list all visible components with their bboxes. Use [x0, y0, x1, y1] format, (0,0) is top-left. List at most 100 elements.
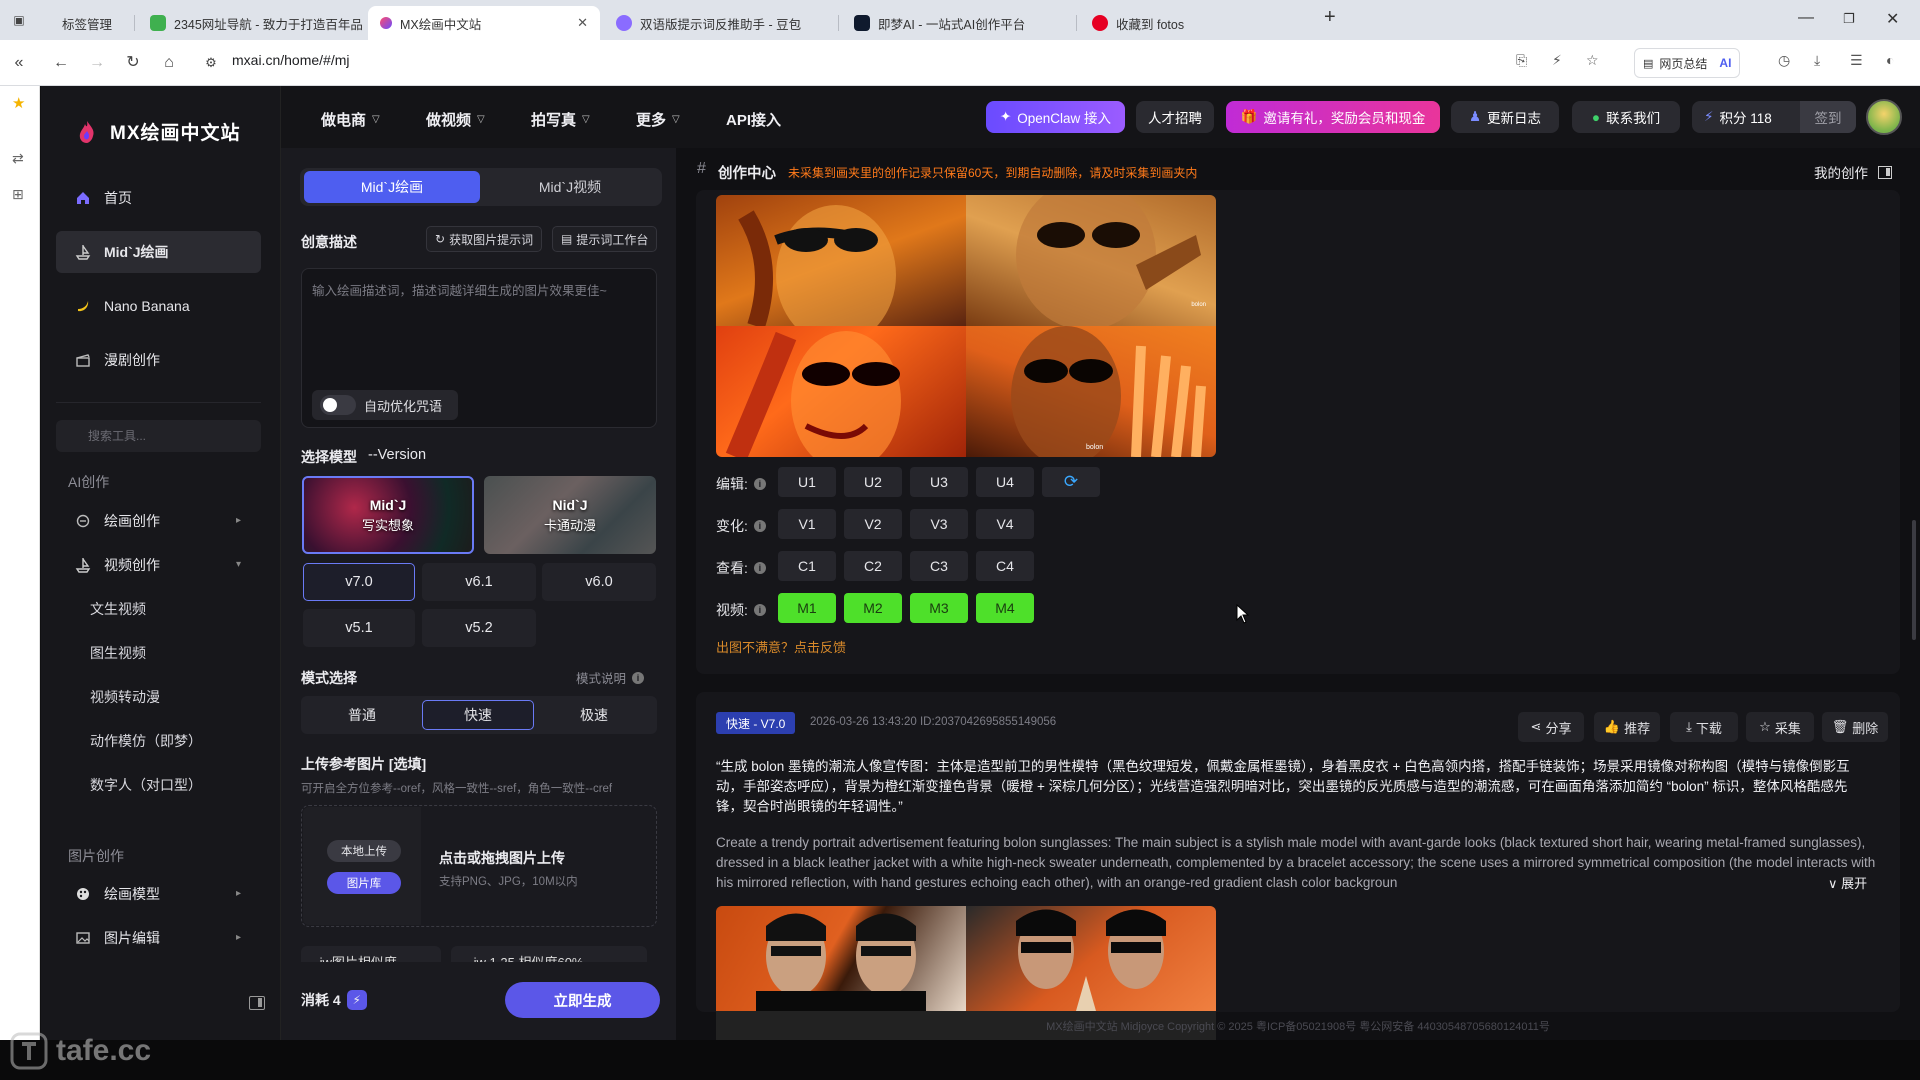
forward-icon[interactable]: →: [86, 52, 108, 74]
video-m1-button[interactable]: M1: [778, 593, 836, 623]
sidebar-item-video[interactable]: 视频创作: [56, 544, 261, 586]
local-upload-button[interactable]: 本地上传: [327, 840, 401, 862]
sidebar-sub-motion-mimic[interactable]: 动作模仿（即梦）: [90, 731, 202, 751]
version-v52[interactable]: v5.2: [422, 609, 536, 647]
site-info-icon[interactable]: ⚙: [200, 52, 222, 74]
download-icon[interactable]: ⤓: [1814, 52, 1820, 69]
nav-menu-video[interactable]: 做视频 ▽: [426, 109, 485, 130]
mode-help[interactable]: 模式说明 i: [576, 668, 645, 687]
back-icon[interactable]: ←: [50, 52, 72, 74]
my-works-button[interactable]: 我的创作: [1814, 162, 1892, 182]
upscale-u4-button[interactable]: U4: [976, 467, 1034, 497]
sidebar-item-comic[interactable]: 漫剧创作: [56, 339, 261, 381]
tab-midj-video[interactable]: Mid`J视频: [482, 171, 658, 203]
sidebar-sub-digital-human[interactable]: 数字人（对口型）: [90, 775, 202, 795]
share-button[interactable]: ⋖ 分享: [1518, 712, 1584, 742]
version-v60[interactable]: v6.0: [542, 563, 656, 601]
mode-fast[interactable]: 快速: [422, 700, 534, 730]
result-image[interactable]: [716, 906, 966, 1011]
generate-button[interactable]: 立即生成: [505, 982, 660, 1018]
view-c4-button[interactable]: C4: [976, 551, 1034, 581]
reroll-icon[interactable]: ⟳: [1042, 467, 1100, 497]
model-card-midj[interactable]: Mid`J 写实想象: [302, 476, 474, 554]
view-c1-button[interactable]: C1: [778, 551, 836, 581]
browser-tab-active[interactable]: MX绘画中文站 ✕: [368, 6, 600, 40]
restore-icon[interactable]: ❐: [1843, 11, 1855, 27]
hiring-button[interactable]: 人才招聘: [1136, 101, 1214, 133]
sidebar-item-models[interactable]: 绘画模型: [56, 873, 261, 915]
history-icon[interactable]: ◷: [1778, 52, 1790, 69]
get-prompt-button[interactable]: ↻ 获取图片提示词: [426, 226, 543, 252]
gallery-button[interactable]: 图片库: [327, 872, 401, 894]
new-tab-icon[interactable]: +: [1324, 6, 1336, 29]
nav-menu-portrait[interactable]: 拍写真 ▽: [531, 109, 590, 130]
nav-menu-ecommerce[interactable]: 做电商 ▽: [321, 109, 380, 130]
view-c3-button[interactable]: C3: [910, 551, 968, 581]
sidebar-item-draw[interactable]: 绘画创作: [56, 500, 261, 542]
work-scrollbar[interactable]: [1912, 520, 1916, 640]
collapse-sidebar-icon[interactable]: «: [8, 52, 30, 74]
favorites-star-icon[interactable]: ★: [12, 94, 25, 112]
avatar[interactable]: [1866, 99, 1902, 135]
sidebar-item-image-edit[interactable]: 图片编辑: [56, 917, 261, 959]
sidebar-sub-text2video[interactable]: 文生视频: [90, 599, 146, 619]
view-c2-button[interactable]: C2: [844, 551, 902, 581]
delete-button[interactable]: 🗑 删除: [1822, 712, 1888, 742]
nav-menu-more[interactable]: 更多 ▽: [636, 109, 680, 130]
swap-icon[interactable]: ⇄: [12, 150, 24, 167]
add-panel-icon[interactable]: ⊞: [12, 186, 24, 203]
sidebar-sub-image2video[interactable]: 图生视频: [90, 643, 146, 663]
page-summary-button[interactable]: ▤ 网页总结 AI: [1634, 48, 1741, 78]
menu-icon[interactable]: ☰: [1850, 52, 1863, 69]
download-button[interactable]: ⤓ 下载: [1670, 712, 1738, 742]
browser-tab-5[interactable]: 即梦AI - 一站式AI创作平台: [842, 6, 1072, 40]
openclaw-button[interactable]: ✦ OpenClaw 接入: [986, 101, 1125, 133]
version-v51[interactable]: v5.1: [303, 609, 415, 647]
contact-button[interactable]: ● 联系我们: [1572, 101, 1680, 133]
changelog-button[interactable]: ♟ 更新日志: [1451, 101, 1559, 133]
browser-tab-4[interactable]: 双语版提示词反推助手 - 豆包: [604, 6, 834, 40]
browser-tab-6[interactable]: 收藏到 fotos: [1080, 6, 1310, 40]
sidebar-sub-video2anime[interactable]: 视频转动漫: [90, 687, 160, 707]
result-image[interactable]: bolon: [966, 195, 1216, 326]
sidebar-item-home[interactable]: 首页: [56, 177, 261, 219]
bolt-icon[interactable]: ⚡: [1552, 52, 1562, 69]
prompt-workbench-button[interactable]: ▤ 提示词工作台: [552, 226, 658, 252]
variation-v4-button[interactable]: V4: [976, 509, 1034, 539]
bookmark-star-icon[interactable]: ☆: [1586, 52, 1599, 69]
expand-button[interactable]: ∨ 展开: [1824, 873, 1868, 892]
version-v7[interactable]: v7.0: [303, 563, 415, 601]
auto-optimize-toggle[interactable]: 自动优化咒语: [312, 390, 458, 420]
upscale-u1-button[interactable]: U1: [778, 467, 836, 497]
variation-v1-button[interactable]: V1: [778, 509, 836, 539]
home-icon[interactable]: ⌂: [158, 52, 180, 74]
toggle-switch[interactable]: [320, 395, 356, 415]
tool-search-input[interactable]: 搜索工具...: [56, 420, 261, 452]
tab-actions-icon[interactable]: ▣: [8, 9, 30, 31]
result-image[interactable]: [966, 906, 1216, 1011]
sidebar-item-nano-banana[interactable]: Nano Banana: [56, 285, 261, 327]
close-window-icon[interactable]: ✕: [1886, 9, 1899, 29]
install-app-icon[interactable]: ⎘: [1516, 52, 1527, 69]
checkin-button[interactable]: 签到: [1800, 101, 1856, 133]
logo[interactable]: MX绘画中文站: [74, 118, 241, 145]
browser-tab-2[interactable]: 2345网址导航 - 致力于打造百年品: [138, 6, 368, 40]
mode-normal[interactable]: 普通: [306, 700, 418, 730]
variation-v3-button[interactable]: V3: [910, 509, 968, 539]
close-tab-icon[interactable]: ✕: [577, 15, 588, 31]
minimize-icon[interactable]: —: [1798, 9, 1814, 27]
result-image[interactable]: [716, 195, 966, 326]
invite-button[interactable]: 🎁 邀请有礼，奖励会员和现金: [1226, 101, 1440, 133]
mode-turbo[interactable]: 极速: [538, 700, 650, 730]
iw-select[interactable]: --iw 1.25 相似度60%: [451, 946, 647, 962]
url-field[interactable]: mxai.cn/home/#/mj: [232, 52, 349, 68]
variation-v2-button[interactable]: V2: [844, 509, 902, 539]
reload-icon[interactable]: ↻: [122, 52, 144, 74]
result-image[interactable]: [716, 326, 966, 457]
browser-tab-1[interactable]: 标签管理: [50, 6, 130, 40]
profile-icon[interactable]: ◐: [1886, 52, 1894, 68]
upscale-u2-button[interactable]: U2: [844, 467, 902, 497]
video-m2-button[interactable]: M2: [844, 593, 902, 623]
tab-midj-draw[interactable]: Mid`J绘画: [304, 171, 480, 203]
nav-api[interactable]: API接入: [726, 109, 781, 130]
